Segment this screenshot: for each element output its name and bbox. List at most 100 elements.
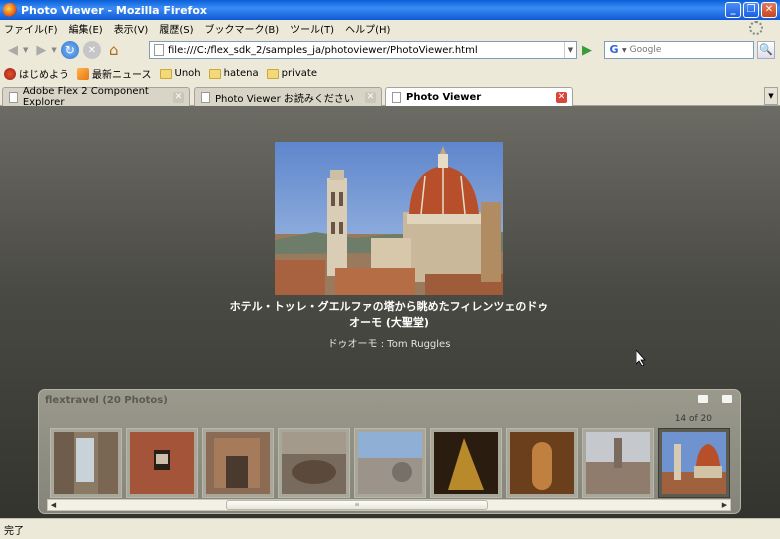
ruined-door-image [206,432,270,494]
close-tab-icon[interactable]: ✕ [173,92,184,103]
thumbnail-golden-sculpture[interactable] [430,428,502,498]
forward-history-dropdown[interactable]: ▼ [51,46,56,54]
bookmark-label: private [281,68,317,79]
tab-photo-viewer[interactable]: Photo Viewer ✕ [385,87,573,107]
bookmark-hatena[interactable]: hatena [208,68,259,79]
golden-sculpture-image [434,432,498,494]
scrollbar-thumb[interactable]: ≡ [226,500,488,510]
close-button[interactable]: ✕ [761,2,777,18]
city-panorama-image [586,432,650,494]
maximize-button[interactable]: ❐ [743,2,759,18]
bookmark-label: Unoh [174,68,201,79]
thumbnail-stone-sphere[interactable] [354,428,426,498]
page-icon [9,91,18,103]
back-button[interactable]: ◀ [4,41,22,59]
gallery-title: flextravel (20 Photos) [45,395,168,406]
tab-label: Adobe Flex 2 Component Explorer [22,86,149,108]
stone-sphere-image [358,432,422,494]
stop-button[interactable]: ✕ [82,41,101,59]
search-engine-dropdown[interactable]: ▼ [622,47,627,54]
bookmark-unoh[interactable]: Unoh [159,68,201,79]
thumbnail-arched-corridor[interactable] [506,428,578,498]
search-button[interactable]: 🔍 [757,41,775,59]
menu-edit[interactable]: 編集(E) [69,21,103,36]
menu-help[interactable]: ヘルプ(H) [345,21,390,36]
scroll-left-arrow[interactable]: ◀ [48,500,59,510]
florence-duomo-photo [275,142,503,295]
navigation-toolbar: ◀▼ ▶▼ ↻ ✕ ⌂ ▼ ▶ G ▼ 🔍 [0,37,780,63]
page-icon [392,92,401,103]
thumbnail-florence-duomo[interactable] [658,428,730,498]
fullscreen-icon[interactable] [722,395,732,403]
folder-icon [266,68,279,79]
tab-label: Photo Viewer お読みください [215,93,354,105]
menu-history[interactable]: 履歴(S) [159,21,193,36]
slideshow-icon[interactable] [698,395,708,403]
forward-button[interactable]: ▶ [32,41,50,59]
rss-icon [77,67,89,80]
go-button[interactable]: ▶ [582,43,592,58]
page-content: ホテル・トッレ・グエルファの塔から眺めたフィレンツェのドゥオーモ (大聖堂) ド… [0,106,780,518]
search-input[interactable] [629,45,753,55]
bookmark-private[interactable]: private [266,68,317,79]
thumbnail-city-panorama[interactable] [582,428,654,498]
close-tab-icon[interactable]: ✕ [365,92,376,103]
bookmark-label: はじめよう [19,70,69,81]
address-bar[interactable]: ▼ [149,41,577,59]
page-icon [201,91,210,103]
panel-controls [684,395,732,403]
google-icon[interactable]: G [607,43,621,57]
florence-duomo-thumbnail-image [662,432,726,494]
tab-component-explorer[interactable]: Adobe Flex 2 Component Explorer ✕ [2,86,190,108]
firefox-icon [3,3,17,17]
bookmark-label: hatena [223,68,259,79]
thumbnail-waterfall[interactable] [50,428,122,498]
tab-label: Photo Viewer [406,92,482,103]
bookmark-label: 最新ニュース [92,70,152,81]
bookmarks-toolbar: はじめよう 最新ニュース Unoh hatena private [0,63,780,84]
url-input[interactable] [168,44,564,56]
old-car-image [282,432,346,494]
thumbnail-panel: flextravel (20 Photos) 14 of 20 ◀ ≡ ▶ [38,389,741,514]
folder-icon [159,68,172,79]
page-icon [154,44,164,56]
url-dropdown-button[interactable]: ▼ [564,42,576,58]
thumbnail-strip [50,428,730,498]
tab-photo-viewer-readme[interactable]: Photo Viewer お読みください ✕ [194,87,382,106]
photo-counter: 14 of 20 [674,414,712,424]
menu-view[interactable]: 表示(V) [114,21,149,36]
scroll-right-arrow[interactable]: ▶ [719,500,730,510]
bookmark-latest-news[interactable]: 最新ニュース [77,66,152,81]
photo-caption: ホテル・トッレ・グエルファの塔から眺めたフィレンツェのドゥオーモ (大聖堂) [229,300,549,329]
status-text: 完了 [4,526,24,537]
mouse-cursor-icon [636,350,646,366]
back-history-dropdown[interactable]: ▼ [23,46,28,54]
home-button[interactable]: ⌂ [105,41,123,59]
menu-tools[interactable]: ツール(T) [290,21,334,36]
menu-bar: ファイル(F) 編集(E) 表示(V) 履歴(S) ブックマーク(B) ツール(… [0,20,780,37]
tab-list-button[interactable]: ▼ [764,87,778,105]
arched-corridor-image [510,432,574,494]
throbber-icon [749,21,763,35]
waterfall-image [54,432,118,494]
close-tab-icon[interactable]: ✕ [556,92,567,103]
getting-started-icon [4,67,16,80]
menu-bookmarks[interactable]: ブックマーク(B) [205,21,280,36]
menu-file[interactable]: ファイル(F) [4,21,58,36]
photo-credit: ドゥオーモ : Tom Ruggles [327,339,451,350]
search-bar[interactable]: G ▼ [604,41,754,59]
thumbnail-ruined-door[interactable] [202,428,274,498]
main-photo[interactable] [275,142,503,295]
tab-strip: Adobe Flex 2 Component Explorer ✕ Photo … [0,84,780,108]
window-wall-image [130,432,194,494]
window-title: Photo Viewer - Mozilla Firefox [21,3,207,17]
title-bar: Photo Viewer - Mozilla Firefox _ ❐ ✕ [0,0,780,20]
thumbnail-scrollbar[interactable]: ◀ ≡ ▶ [47,499,731,511]
status-bar: 完了 [0,518,780,539]
bookmark-getting-started[interactable]: はじめよう [4,66,69,81]
reload-button[interactable]: ↻ [60,41,79,59]
thumbnail-window-wall[interactable] [126,428,198,498]
folder-icon [208,68,221,79]
minimize-button[interactable]: _ [725,2,741,18]
thumbnail-old-car[interactable] [278,428,350,498]
